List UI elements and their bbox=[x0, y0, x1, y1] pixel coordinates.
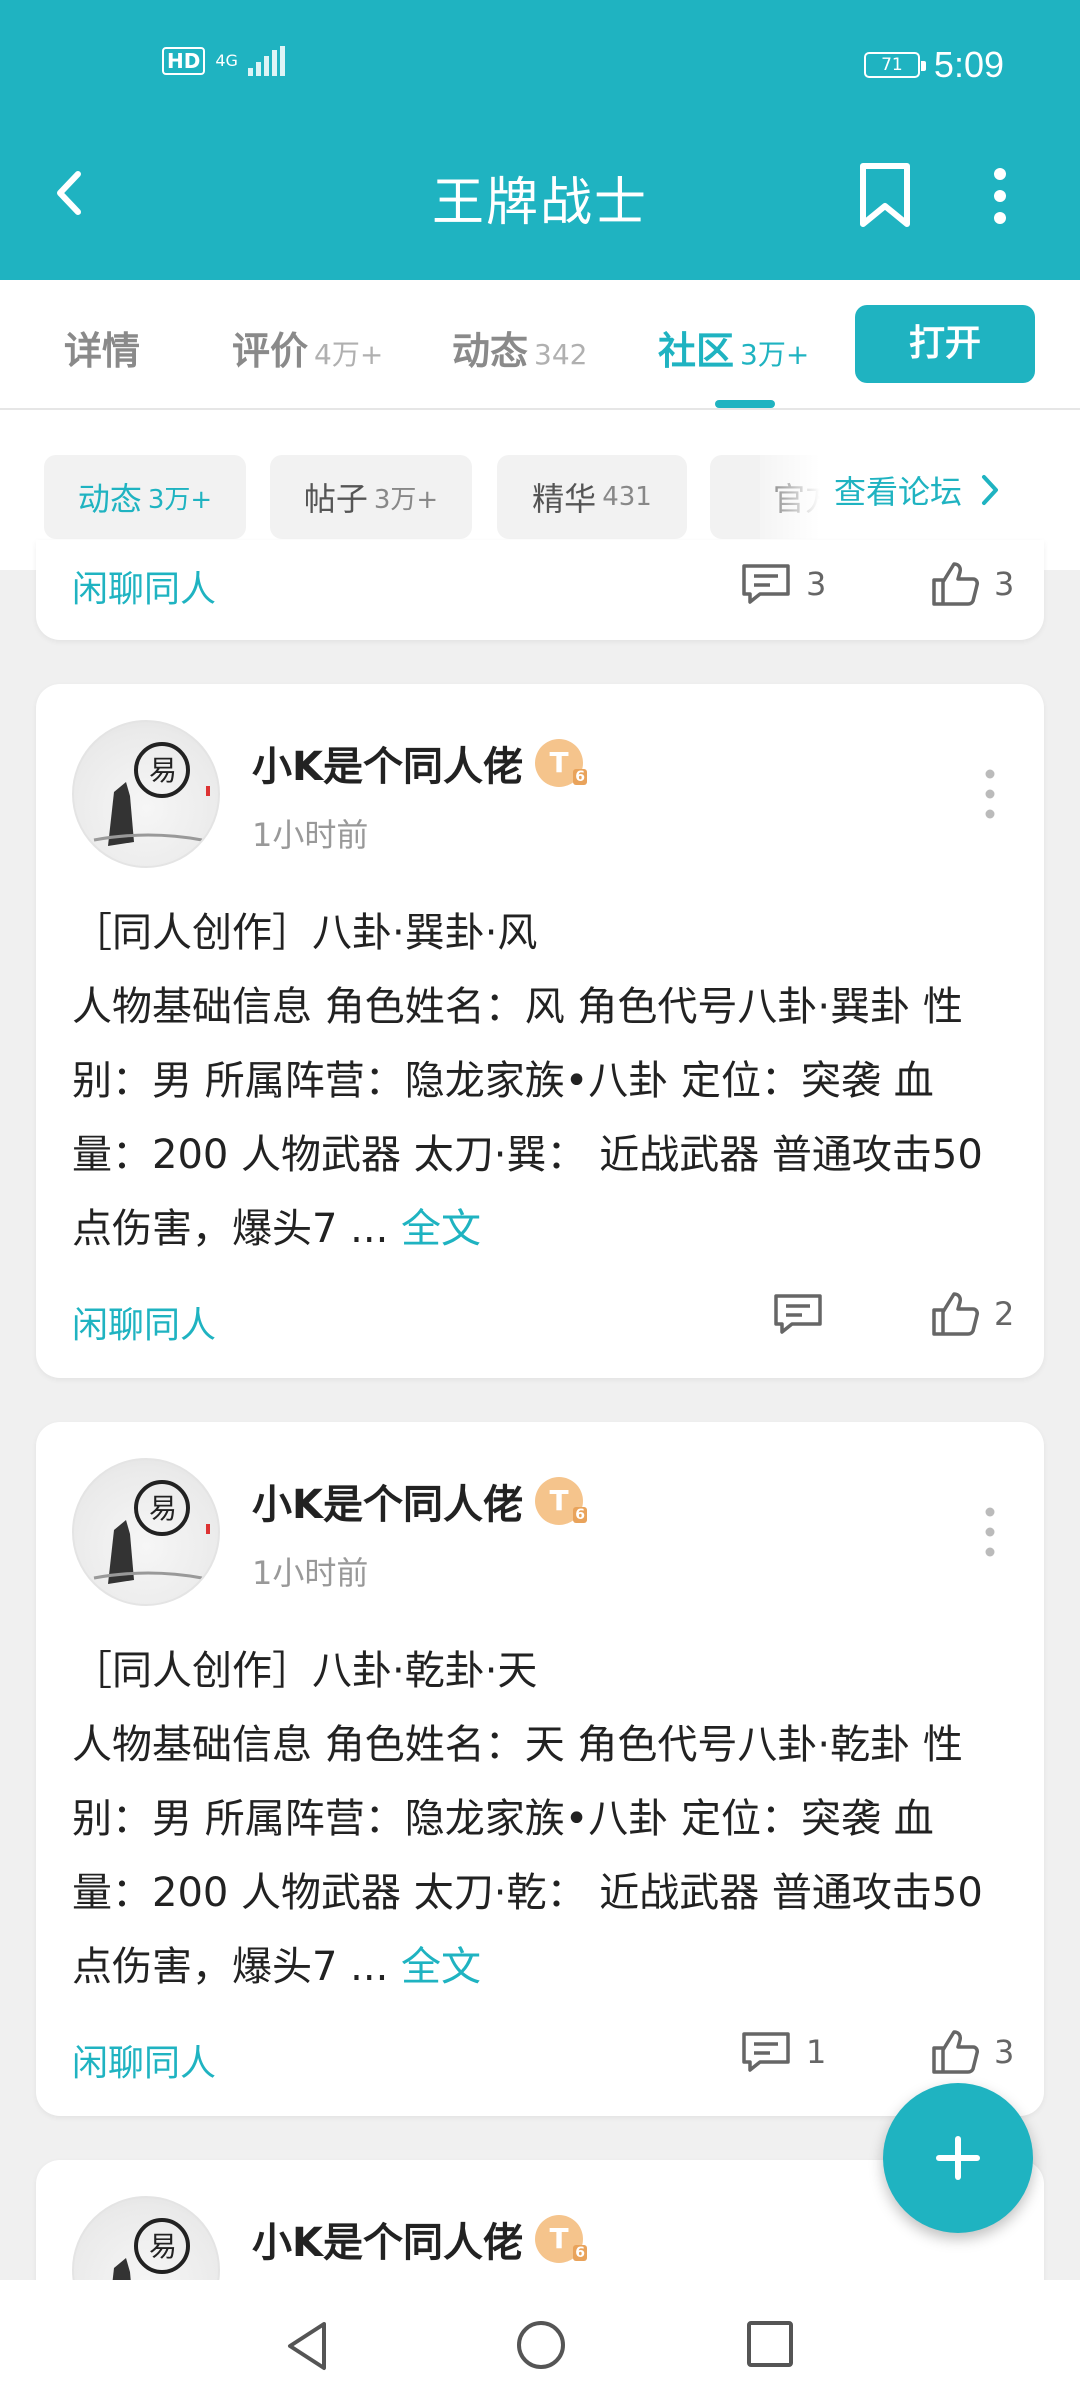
avatar-image: 易 bbox=[93, 1480, 210, 1584]
thumbs-up-icon bbox=[932, 562, 979, 606]
like-count: 3 bbox=[994, 2033, 1015, 2071]
like-count: 3 bbox=[994, 565, 1015, 603]
active-tab-indicator bbox=[715, 400, 775, 408]
battery-icon: 71 bbox=[863, 52, 926, 78]
post-card-partial[interactable]: 闲聊同人 3 3 bbox=[36, 540, 1044, 640]
filter-chip-posts[interactable]: 帖子 3万+ bbox=[270, 455, 472, 539]
post-card[interactable]: 易 小K是个同人佬 T6 1小时前 ［同人创作］八卦·乾卦·天 人物基础信息 角… bbox=[36, 1422, 1044, 2116]
like-count: 2 bbox=[994, 1295, 1015, 1333]
post-body[interactable]: ［同人创作］八卦·乾卦·天 人物基础信息 角色姓名：天 角色代号八卦·乾卦 性别… bbox=[72, 1634, 1012, 2004]
signal-icon bbox=[247, 46, 285, 76]
tab-reviews[interactable]: 评价 4万+ bbox=[232, 320, 383, 375]
avatar[interactable]: 易 bbox=[72, 720, 220, 868]
level-badge-icon: T6 bbox=[535, 2215, 587, 2263]
more-vertical-icon[interactable] bbox=[984, 1506, 996, 1558]
comment-icon bbox=[742, 2032, 790, 2072]
svg-text:易: 易 bbox=[149, 754, 177, 787]
network-type-icon: 4G bbox=[215, 51, 238, 70]
post-tag[interactable]: 闲聊同人 bbox=[72, 560, 216, 612]
tab-details[interactable]: 详情 bbox=[64, 320, 140, 375]
comment-count: 1 bbox=[806, 2033, 827, 2071]
post-excerpt: 人物基础信息 角色姓名：天 角色代号八卦·乾卦 性别：男 所属阵营：隐龙家族•八… bbox=[72, 1722, 983, 1990]
post-tag[interactable]: 闲聊同人 bbox=[72, 1296, 216, 1348]
status-bar: HD 4G 71 5:09 bbox=[0, 40, 1080, 96]
level-badge-icon: T6 bbox=[535, 1477, 587, 1525]
comment-button[interactable]: 3 bbox=[740, 562, 826, 606]
tab-community[interactable]: 社区 3万+ bbox=[658, 320, 809, 375]
more-vertical-icon[interactable] bbox=[986, 166, 1014, 226]
post-tag[interactable]: 闲聊同人 bbox=[72, 2034, 216, 2086]
tab-label: 评价 bbox=[232, 329, 309, 373]
app-header: HD 4G 71 5:09 王牌战士 bbox=[0, 0, 1080, 280]
post-title: ［同人创作］八卦·乾卦·天 bbox=[72, 1648, 538, 1694]
nav-recents-icon[interactable] bbox=[744, 2318, 796, 2370]
chip-label: 帖子 bbox=[303, 480, 368, 518]
author-name[interactable]: 小K是个同人佬 T6 bbox=[252, 1472, 587, 1530]
tab-label: 动态 bbox=[452, 329, 529, 373]
comment-button[interactable] bbox=[772, 1292, 838, 1336]
author-label: 小K是个同人佬 bbox=[252, 744, 523, 790]
filter-chip-updates[interactable]: 动态 3万+ bbox=[44, 455, 246, 539]
open-button[interactable]: 打开 bbox=[855, 305, 1035, 383]
tab-count: 342 bbox=[534, 338, 588, 371]
post-title: ［同人创作］八卦·巽卦·风 bbox=[72, 910, 538, 956]
thumbs-up-icon bbox=[932, 1292, 979, 1336]
author-name[interactable]: 小K是个同人佬 T6 bbox=[252, 734, 587, 792]
view-forum-label: 查看论坛 bbox=[834, 473, 963, 511]
svg-text:易: 易 bbox=[149, 1492, 177, 1525]
post-card[interactable]: 易 小K是个同人佬 T6 1小时前 ［同人创作］八卦·巽卦·风 人物基础信息 角… bbox=[36, 684, 1044, 1378]
page-title: 王牌战士 bbox=[431, 173, 648, 233]
filter-chip-featured[interactable]: 精华 431 bbox=[497, 455, 687, 539]
clock: 5:09 bbox=[933, 44, 1004, 85]
chip-count: 431 bbox=[602, 482, 652, 512]
comment-count: 3 bbox=[806, 565, 827, 603]
tab-label: 详情 bbox=[64, 329, 141, 373]
read-more-link[interactable]: 全文 bbox=[401, 1944, 481, 1990]
like-button[interactable]: 3 bbox=[930, 2028, 1014, 2076]
author-label: 小K是个同人佬 bbox=[252, 2220, 523, 2266]
level-badge-icon: T6 bbox=[535, 739, 587, 787]
author-name[interactable]: 小K是个同人佬 T6 bbox=[252, 2210, 587, 2268]
tab-label: 社区 bbox=[658, 329, 735, 373]
svg-text:易: 易 bbox=[149, 2230, 177, 2263]
avatar[interactable]: 易 bbox=[72, 1458, 220, 1606]
thumbs-up-icon bbox=[932, 2030, 979, 2074]
tab-bar: 详情 评价 4万+ 动态 342 社区 3万+ 打开 bbox=[0, 280, 1080, 410]
post-time: 1小时前 bbox=[252, 816, 369, 854]
author-label: 小K是个同人佬 bbox=[252, 1482, 523, 1528]
chip-count: 3万+ bbox=[373, 484, 439, 515]
tab-updates[interactable]: 动态 342 bbox=[452, 320, 587, 375]
like-button[interactable]: 3 bbox=[930, 560, 1014, 608]
read-more-link[interactable]: 全文 bbox=[401, 1206, 481, 1252]
post-excerpt: 人物基础信息 角色姓名：风 角色代号八卦·巽卦 性别：男 所属阵营：隐龙家族•八… bbox=[72, 984, 983, 1252]
avatar-image: 易 bbox=[93, 742, 210, 846]
nav-home-icon[interactable] bbox=[514, 2318, 568, 2372]
post-time: 1小时前 bbox=[252, 1554, 369, 1592]
chip-label: 精华 bbox=[532, 480, 597, 518]
tab-count: 3万+ bbox=[740, 338, 810, 371]
chip-count: 3万+ bbox=[147, 484, 213, 515]
post-body[interactable]: ［同人创作］八卦·巽卦·风 人物基础信息 角色姓名：风 角色代号八卦·巽卦 性别… bbox=[72, 896, 1012, 1266]
system-nav-bar bbox=[0, 2280, 1080, 2400]
comment-icon bbox=[774, 1294, 822, 1334]
nav-back-icon[interactable] bbox=[282, 2318, 332, 2374]
hd-icon: HD bbox=[162, 47, 206, 75]
bookmark-icon[interactable] bbox=[855, 162, 915, 228]
like-button[interactable]: 2 bbox=[930, 1290, 1014, 1338]
comment-button[interactable]: 1 bbox=[740, 2030, 826, 2074]
comment-icon bbox=[742, 564, 790, 604]
create-post-button[interactable] bbox=[883, 2083, 1033, 2233]
chip-label: 动态 bbox=[77, 480, 142, 518]
more-vertical-icon[interactable] bbox=[984, 768, 996, 820]
chevron-right-icon bbox=[982, 475, 999, 505]
tab-count: 4万+ bbox=[314, 338, 384, 371]
